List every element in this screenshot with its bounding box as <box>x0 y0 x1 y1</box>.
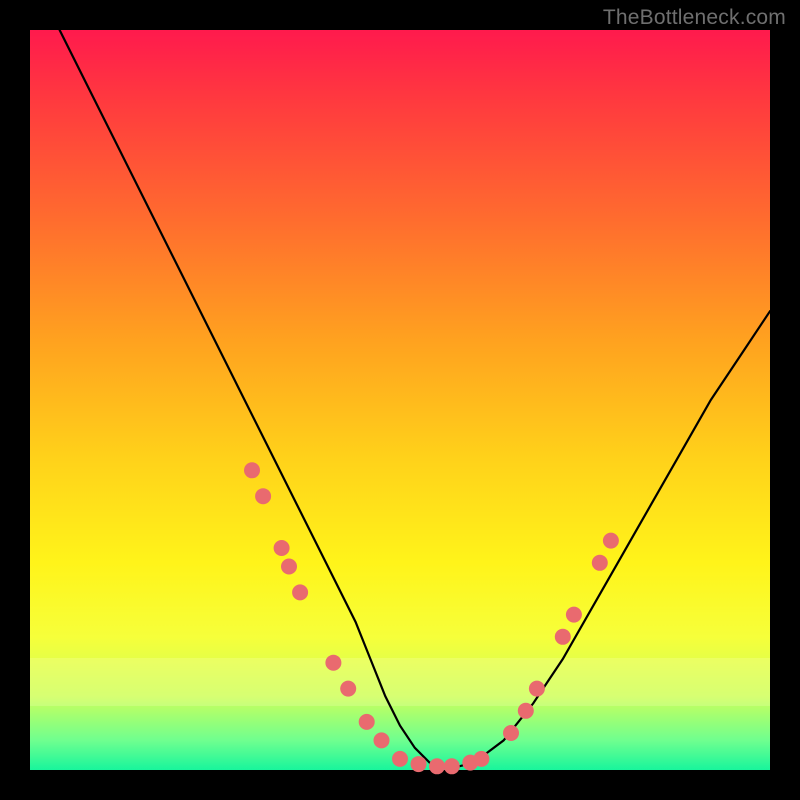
chart-frame: TheBottleneck.com <box>0 0 800 800</box>
marker-point <box>566 607 582 623</box>
marker-point <box>244 462 260 478</box>
marker-point <box>255 488 271 504</box>
marker-point <box>444 758 460 774</box>
marker-point <box>340 681 356 697</box>
marker-point <box>411 756 427 772</box>
marker-point <box>274 540 290 556</box>
marker-point <box>603 533 619 549</box>
marker-point <box>555 629 571 645</box>
marker-point <box>359 714 375 730</box>
watermark-text: TheBottleneck.com <box>603 6 786 30</box>
marker-point <box>429 758 445 774</box>
marker-point <box>292 584 308 600</box>
marker-point <box>281 559 297 575</box>
marker-point <box>518 703 534 719</box>
bottleneck-curve <box>60 30 770 766</box>
marker-point <box>374 732 390 748</box>
marker-point <box>325 655 341 671</box>
marker-point <box>503 725 519 741</box>
marker-point <box>473 751 489 767</box>
curve-layer <box>30 30 770 770</box>
marker-point <box>392 751 408 767</box>
marker-point <box>592 555 608 571</box>
marker-point <box>529 681 545 697</box>
